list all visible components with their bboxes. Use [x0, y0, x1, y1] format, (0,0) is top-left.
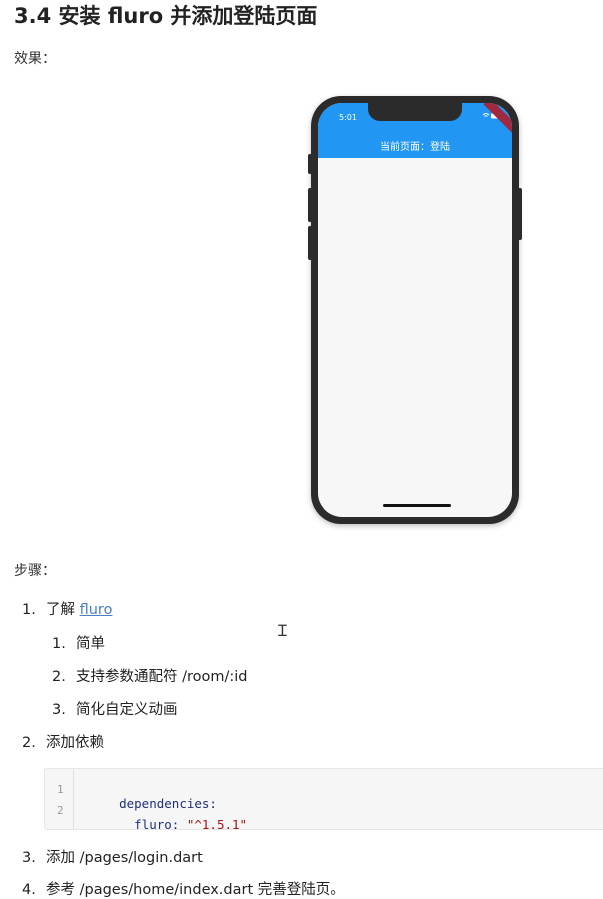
code-line: fluro: "^1.5.1" [119, 817, 248, 832]
list-item: 1. 简单 [52, 636, 105, 652]
effect-label: 效果： [14, 51, 56, 67]
phone-volume-down [308, 226, 312, 260]
code-block[interactable]: 1 2 dependencies: fluro: "^1.5.1" [44, 768, 603, 832]
list-item: 1. 了解 fluro [22, 602, 113, 618]
phone-mockup: 5:01 当前页面：登陆 [308, 96, 522, 524]
line-number: 1 [57, 783, 64, 796]
fluro-link[interactable]: fluro [80, 602, 113, 618]
code-gutter: 1 2 [45, 769, 74, 829]
line-number: 2 [57, 804, 64, 817]
list-item: 4. 参考 /pages/home/index.dart 完善登陆页。 [22, 882, 345, 898]
list-item: 2. 支持参数通配符 /room/:id [52, 669, 248, 685]
home-indicator [383, 504, 451, 507]
text-cursor-icon: Ɪ [278, 621, 287, 640]
phone-screen: 5:01 当前页面：登陆 [318, 103, 512, 517]
status-time: 5:01 [339, 113, 357, 122]
section-heading: 3.4 安装 fluro 并添加登陆页面 [14, 4, 318, 28]
steps-label: 步骤： [14, 563, 56, 579]
list-item: 2. 添加依赖 [22, 735, 104, 751]
app-bar-title: 当前页面：登陆 [380, 142, 450, 153]
list-item: 3. 简化自定义动画 [52, 702, 178, 718]
phone-notch [368, 103, 462, 121]
phone-power-button [518, 188, 522, 240]
phone-mute-switch [308, 154, 312, 174]
phone-volume-up [308, 188, 312, 222]
list-item: 3. 添加 /pages/login.dart [22, 850, 203, 866]
